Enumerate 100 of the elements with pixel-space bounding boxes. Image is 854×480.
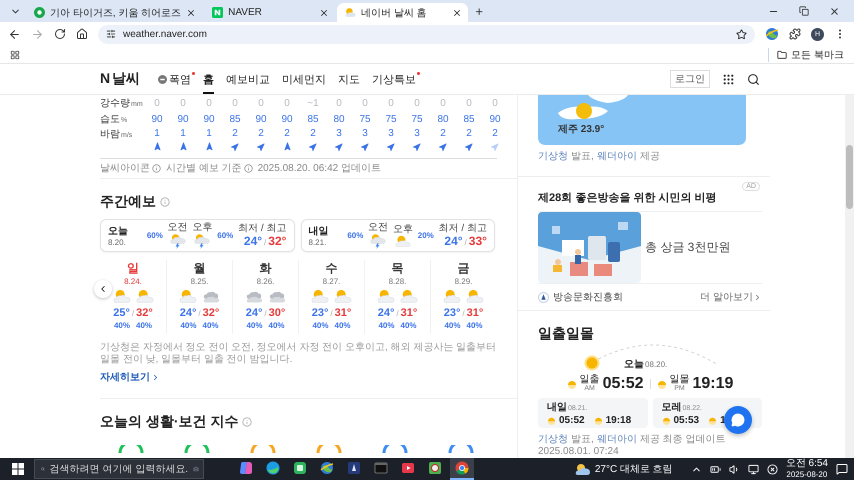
- taskbar-search-field[interactable]: 검색하려면 여기에 입력하세요.: [34, 459, 204, 479]
- source-text: 기상청 발표, 웨더아이 제공 최종 업데이트 2025.08.01. 07:24: [538, 434, 726, 458]
- learn-more-link[interactable]: 더 알아보기: [700, 290, 762, 304]
- table-cell-text: 90: [254, 114, 268, 124]
- bookmark-star-icon[interactable]: [736, 28, 747, 40]
- range-label: 최저 / 최고: [238, 223, 286, 234]
- taskbar-app[interactable]: [450, 458, 474, 480]
- rain-chance: 40%: [136, 321, 152, 330]
- table-cell-text: 75: [358, 114, 372, 124]
- table-cell-text: 2: [439, 128, 447, 139]
- table-cell-text: 85: [306, 114, 320, 124]
- nav-tab[interactable]: 예보비교: [226, 64, 270, 94]
- nav-tab[interactable]: 기상특보: [372, 64, 416, 94]
- ad-card[interactable]: 총 상금 3천만원: [538, 211, 762, 284]
- login-button[interactable]: 로그인: [670, 70, 710, 88]
- browser-tab[interactable]: NAVER: [204, 3, 336, 22]
- restore-icon[interactable]: [799, 6, 809, 16]
- new-tab-button[interactable]: +: [470, 2, 488, 20]
- browser-tab[interactable]: 네이버 날씨 홈: [337, 3, 468, 22]
- ad-text: 총 상금 3천만원: [645, 239, 730, 256]
- table-cell-text: 90: [176, 114, 190, 124]
- table-cell-text: 0: [231, 98, 239, 108]
- extensions-icon[interactable]: [789, 28, 801, 40]
- battery-icon[interactable]: [710, 464, 721, 474]
- colorful-app-icon: [239, 461, 253, 475]
- browser-tab[interactable]: 기아 타이거즈, 키움 히어로즈: [26, 3, 202, 22]
- partly-cloudy-icon: [377, 289, 395, 304]
- table-cell-text: 1: [153, 128, 161, 139]
- wind-arrow-icon: [178, 142, 188, 150]
- globe-icon: [320, 461, 334, 475]
- chevron-right-icon: [151, 372, 160, 382]
- nav-tab[interactable]: 지도: [338, 64, 360, 94]
- table-cell-text: 1: [205, 128, 213, 139]
- weekday-label: 목: [392, 260, 404, 277]
- bookmarks-folder[interactable]: 모든 북마크: [768, 48, 844, 62]
- scrollbar[interactable]: [845, 95, 854, 458]
- table-cell-text: 2: [309, 128, 317, 139]
- search-icon[interactable]: [747, 72, 760, 86]
- weekday-label: 수: [326, 260, 338, 277]
- info-label: 날씨아이콘: [100, 162, 150, 175]
- nav-tab[interactable]: 홈: [203, 64, 214, 94]
- table-cell-text: 0: [335, 98, 343, 108]
- partly-cloudy-icon: [311, 289, 329, 304]
- logo-text[interactable]: 날씨: [112, 70, 140, 88]
- table-cell-text: 2: [465, 128, 473, 139]
- home-icon[interactable]: [76, 28, 88, 40]
- date-label: 8.25.: [190, 277, 208, 286]
- section-title: 일출일몰: [538, 325, 595, 343]
- date-label: 8.28.: [388, 277, 406, 286]
- sunrise-time: 05:53: [674, 415, 700, 426]
- monitor-icon[interactable]: [748, 464, 759, 474]
- apps-icon[interactable]: [10, 50, 20, 60]
- date-label: 8.24.: [124, 277, 142, 286]
- taskbar-clock[interactable]: 오전 6:54 2025-08-20: [786, 458, 828, 480]
- high-temp: 32°: [268, 234, 286, 248]
- close-icon[interactable]: [829, 6, 840, 16]
- low-temp: 24°: [244, 234, 262, 248]
- temp-separator: /: [264, 238, 266, 247]
- ad-title[interactable]: 제28회 좋은방송을 위한 시민의 비평: [538, 190, 762, 206]
- table-cell-text: 3: [335, 128, 343, 139]
- table-cell-text: 90: [150, 114, 164, 124]
- info-icon[interactable]: [152, 164, 161, 172]
- table-cell-text: 2: [257, 128, 265, 139]
- close-circle-icon[interactable]: [766, 464, 778, 474]
- chat-icon: [731, 413, 745, 427]
- logo-mark[interactable]: N: [100, 70, 110, 86]
- nav-tab[interactable]: 폭염: [158, 64, 192, 94]
- circle-logo-icon: [34, 7, 45, 18]
- rain-chance: 40%: [334, 321, 351, 330]
- am-label: 오전: [168, 222, 188, 233]
- notification-icon[interactable]: [836, 463, 848, 475]
- date-label: 8.27.: [322, 277, 340, 286]
- wind-arrow-icon: [152, 142, 162, 150]
- reload-icon[interactable]: [54, 28, 66, 40]
- rain-chance: 40%: [466, 321, 483, 330]
- close-tab-icon[interactable]: [319, 8, 330, 18]
- sun-horizon-icon: [566, 379, 577, 389]
- close-tab-icon[interactable]: [186, 8, 196, 18]
- windows-logo-icon[interactable]: [12, 463, 24, 475]
- storm-cloud-icon: [370, 233, 386, 249]
- site-settings-icon[interactable]: [106, 29, 116, 39]
- rain-chance: 20%: [418, 231, 434, 240]
- nav-tab[interactable]: 미세먼지: [282, 64, 326, 94]
- back-icon[interactable]: [8, 28, 21, 40]
- address-field[interactable]: weather.naver.com: [98, 24, 755, 44]
- partly-cloudy-icon: [112, 289, 130, 304]
- sun-horizon-icon: [708, 416, 718, 425]
- close-tab-icon[interactable]: [452, 8, 462, 18]
- apps-grid-icon[interactable]: [722, 72, 735, 86]
- rain-chance: 40%: [312, 321, 328, 330]
- table-cell-text: 85: [228, 114, 242, 124]
- speaker-icon[interactable]: [728, 464, 740, 474]
- info-icon[interactable]: [244, 164, 253, 172]
- weather-widget[interactable]: 27°C 대체로 흐림: [574, 462, 673, 476]
- table-cell-text: 0: [439, 98, 447, 108]
- table-cell-text: 3: [413, 128, 421, 139]
- more-link[interactable]: 자세히보기: [100, 370, 160, 384]
- sun-horizon-icon: [656, 379, 666, 389]
- rain-chance: 60%: [217, 231, 234, 240]
- scrollbar-thumb[interactable]: [846, 145, 853, 209]
